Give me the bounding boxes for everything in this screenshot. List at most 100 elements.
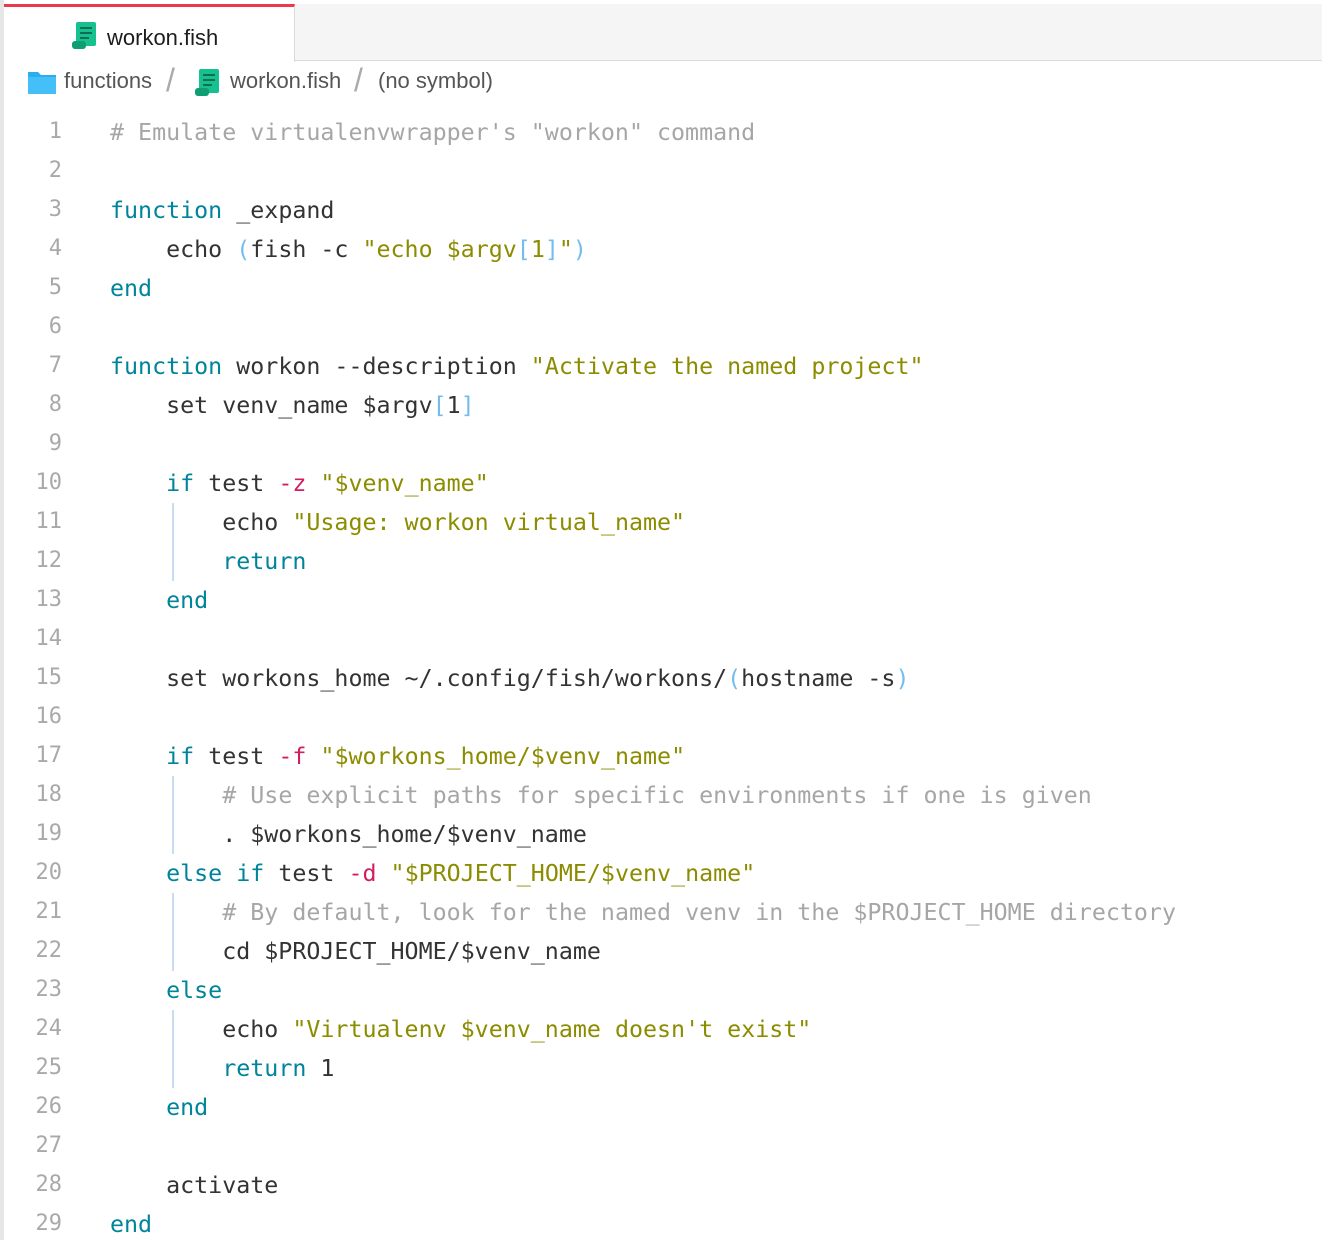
code-token-bracket: ( (236, 236, 251, 263)
code-line[interactable]: 19 . $workons_home/$venv_name (0, 815, 1322, 854)
code-token-bracket: [ (516, 236, 531, 263)
code-token-keyword: return (222, 1055, 307, 1082)
code-token-string: " (558, 236, 573, 263)
code-line[interactable]: 10 if test -z "$venv_name" (0, 464, 1322, 503)
code-line[interactable]: 18 # Use explicit paths for specific env… (0, 776, 1322, 815)
breadcrumb-label: (no symbol) (378, 68, 493, 93)
code-token-keyword: end (110, 1211, 153, 1238)
line-number: 13 (35, 587, 63, 612)
line-number: 8 (48, 392, 62, 417)
code-text: set venv_name $argv[1] (110, 392, 475, 419)
code-token-plain: echo (110, 236, 237, 263)
code-token-comment: # Use explicit paths for specific enviro… (222, 782, 1092, 809)
code-line[interactable]: 8 set venv_name $argv[1] (0, 386, 1322, 425)
code-line[interactable]: 11 echo "Usage: workon virtual_name" (0, 503, 1322, 542)
code-token-keyword: return (222, 548, 307, 575)
code-line[interactable]: 20 else if test -d "$PROJECT_HOME/$venv_… (0, 854, 1322, 893)
line-number: 10 (35, 470, 63, 495)
code-token-string: "echo $argv (362, 236, 517, 263)
line-number: 2 (48, 158, 62, 183)
code-line[interactable]: 17 if test -f "$workons_home/$venv_name" (0, 737, 1322, 776)
code-text: if test -f "$workons_home/$venv_name" (110, 743, 685, 770)
line-number: 19 (35, 821, 63, 846)
code-line[interactable]: 12 return (0, 542, 1322, 581)
line-number: 21 (35, 899, 63, 924)
code-text: # Emulate virtualenvwrapper's "workon" c… (110, 119, 755, 146)
code-line[interactable]: 13 end (0, 581, 1322, 620)
code-token-plain: set workons_home ~/.config/fish/workons/ (110, 665, 728, 692)
code-token-string: "$venv_name" (320, 470, 489, 497)
code-token-bracket: ) (572, 236, 587, 263)
breadcrumb-item-workon-fish[interactable]: workon.fish (192, 64, 352, 100)
code-token-plain: set venv_name $argv (110, 392, 433, 419)
code-line[interactable]: 28 activate (0, 1166, 1322, 1205)
line-number: 23 (35, 977, 63, 1002)
line-number: 9 (48, 431, 62, 456)
code-line[interactable]: 1 # Emulate virtualenvwrapper's "workon" … (0, 113, 1322, 152)
code-line[interactable]: 24 echo "Virtualenv $venv_name doesn't e… (0, 1010, 1322, 1049)
code-text: end (110, 275, 152, 302)
code-line[interactable]: 6 (0, 308, 1322, 347)
code-editor[interactable]: 1 # Emulate virtualenvwrapper's "workon" … (0, 113, 1322, 1240)
code-line[interactable]: 27 (0, 1127, 1322, 1166)
code-line[interactable]: 4 echo (fish -c "echo $argv[1]") (0, 230, 1322, 269)
code-line[interactable]: 3 function _expand (0, 191, 1322, 230)
line-number: 1 (48, 119, 62, 144)
code-token-bracket: ] (460, 392, 475, 419)
code-text: activate (110, 1172, 278, 1199)
code-token-plain: echo (110, 1016, 293, 1043)
line-number: 29 (35, 1211, 63, 1236)
line-number: 14 (35, 626, 63, 651)
breadcrumb-item-symbol[interactable]: (no symbol) (378, 64, 518, 100)
code-token-keyword: end (166, 1094, 209, 1121)
line-number: 25 (35, 1055, 63, 1080)
code-token-flag: -d (348, 860, 377, 887)
code-text: . $workons_home/$venv_name (110, 821, 587, 848)
line-number: 27 (35, 1133, 63, 1158)
breadcrumb-separator: / (166, 62, 175, 98)
code-token-bracket: [ (432, 392, 447, 419)
code-token-plain: test (264, 860, 349, 887)
code-token-string: "Virtualenv $venv_name doesn't exist" (292, 1016, 812, 1043)
code-text: else (110, 977, 222, 1004)
code-text: else if test -d "$PROJECT_HOME/$venv_nam… (110, 860, 755, 887)
code-line[interactable]: 9 (0, 425, 1322, 464)
code-line[interactable]: 15 set workons_home ~/.config/fish/worko… (0, 659, 1322, 698)
code-line[interactable]: 21 # By default, look for the named venv… (0, 893, 1322, 932)
tab-label: workon.fish (107, 25, 219, 50)
code-line[interactable]: 23 else (0, 971, 1322, 1010)
line-number: 15 (35, 665, 63, 690)
breadcrumb-item-functions[interactable]: functions (26, 64, 166, 100)
code-token-bracket: ) (895, 665, 910, 692)
folder-icon (26, 67, 58, 102)
code-token-string: 1 (530, 236, 545, 263)
code-line[interactable]: 29 end (0, 1205, 1322, 1244)
code-token-keyword: end (166, 587, 209, 614)
code-line[interactable]: 14 (0, 620, 1322, 659)
code-line[interactable]: 16 (0, 698, 1322, 737)
code-token-plain: workon --description (222, 353, 531, 380)
code-line[interactable]: 22 cd $PROJECT_HOME/$venv_name (0, 932, 1322, 971)
code-line[interactable]: 26 end (0, 1088, 1322, 1127)
code-text: echo "Virtualenv $venv_name doesn't exis… (110, 1016, 811, 1043)
tab-workon-fish[interactable]: workon.fish (4, 4, 295, 62)
script-file-icon (69, 19, 101, 56)
code-token-plain: 1 (446, 392, 461, 419)
code-line[interactable]: 25 return 1 (0, 1049, 1322, 1088)
code-line[interactable]: 5 end (0, 269, 1322, 308)
code-line[interactable]: 7 function workon --description "Activate… (0, 347, 1322, 386)
line-number: 3 (48, 197, 62, 222)
code-text: cd $PROJECT_HOME/$venv_name (110, 938, 601, 965)
code-line[interactable]: 2 (0, 152, 1322, 191)
code-token-plain: test (194, 470, 279, 497)
code-token-keyword: else (166, 977, 223, 1004)
code-token-flag: -z (278, 470, 307, 497)
code-text: echo (fish -c "echo $argv[1]") (110, 236, 587, 263)
